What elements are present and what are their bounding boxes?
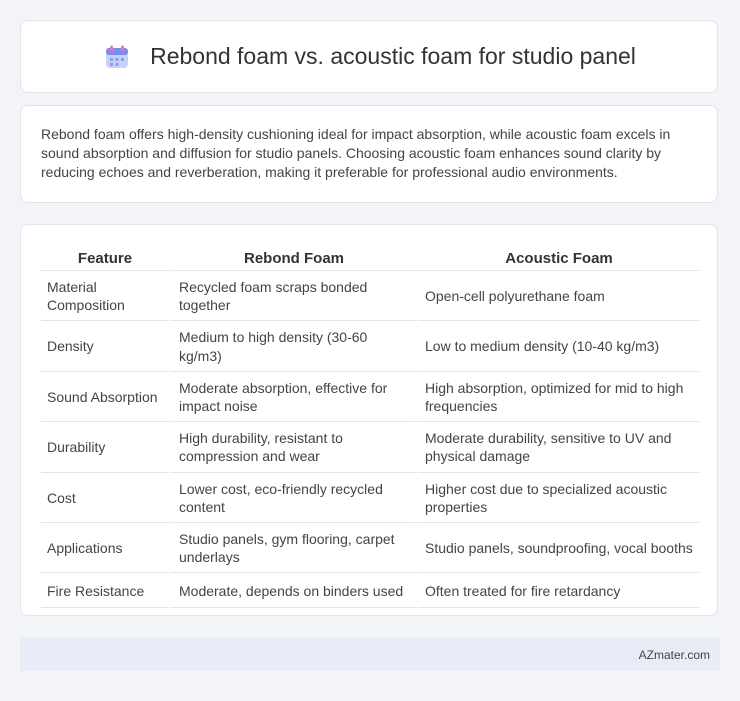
comparison-table-card: Feature Rebond Foam Acoustic Foam Materi… (20, 224, 718, 616)
rebond-foam-cell: Lower cost, eco-friendly recycled conten… (169, 472, 415, 523)
table-row: Sound Absorption Moderate absorption, ef… (41, 371, 699, 423)
footer-brand: AZmater.com (638, 647, 710, 662)
table-row: Material Composition Recycled foam scrap… (41, 271, 699, 322)
column-header-feature: Feature (41, 245, 169, 271)
footer-bar: AZmater.com (20, 638, 720, 671)
acoustic-foam-cell: Moderate durability, sensitive to UV and… (415, 422, 699, 473)
rebond-foam-cell: Moderate, depends on binders used (169, 573, 415, 609)
rebond-foam-cell: Recycled foam scraps bonded together (169, 271, 415, 322)
rebond-foam-cell: Moderate absorption, effective for impac… (169, 371, 415, 423)
acoustic-foam-cell: Low to medium density (10-40 kg/m3) (415, 321, 699, 372)
acoustic-foam-cell: High absorption, optimized for mid to hi… (415, 371, 699, 423)
feature-cell: Applications (41, 523, 169, 574)
page-title: Rebond foam vs. acoustic foam for studio… (150, 43, 636, 69)
title-card: Rebond foam vs. acoustic foam for studio… (20, 20, 718, 93)
feature-cell: Fire Resistance (41, 573, 169, 609)
summary-text: Rebond foam offers high-density cushioni… (41, 126, 671, 180)
acoustic-foam-cell: Often treated for fire retardancy (415, 573, 699, 609)
table-row: Density Medium to high density (30-60 kg… (41, 321, 699, 372)
table-row: Applications Studio panels, gym flooring… (41, 522, 699, 574)
rebond-foam-cell: Studio panels, gym flooring, carpet unde… (169, 522, 415, 574)
acoustic-foam-cell: Studio panels, soundproofing, vocal boot… (415, 522, 699, 574)
feature-cell: Material Composition (41, 271, 169, 322)
column-header-rebond-foam: Rebond Foam (169, 245, 415, 271)
column-header-acoustic-foam: Acoustic Foam (415, 245, 699, 271)
table-row: Durability High durability, resistant to… (41, 422, 699, 473)
table-row: Fire Resistance Moderate, depends on bin… (41, 573, 699, 609)
acoustic-foam-cell: Open-cell polyurethane foam (415, 271, 699, 322)
rebond-foam-cell: Medium to high density (30-60 kg/m3) (169, 321, 415, 372)
comparison-table: Feature Rebond Foam Acoustic Foam Materi… (41, 245, 699, 609)
feature-cell: Density (41, 321, 169, 372)
table-header-row: Feature Rebond Foam Acoustic Foam (41, 245, 699, 271)
calendar-icon (102, 42, 132, 72)
feature-cell: Sound Absorption (41, 372, 169, 423)
feature-cell: Cost (41, 473, 169, 523)
title-wrap: Rebond foam vs. acoustic foam for studio… (102, 42, 636, 72)
table-row: Cost Lower cost, eco-friendly recycled c… (41, 472, 699, 523)
summary-card: Rebond foam offers high-density cushioni… (20, 105, 718, 203)
feature-cell: Durability (41, 422, 169, 473)
rebond-foam-cell: High durability, resistant to compressio… (169, 422, 415, 473)
acoustic-foam-cell: Higher cost due to specialized acoustic … (415, 472, 699, 523)
